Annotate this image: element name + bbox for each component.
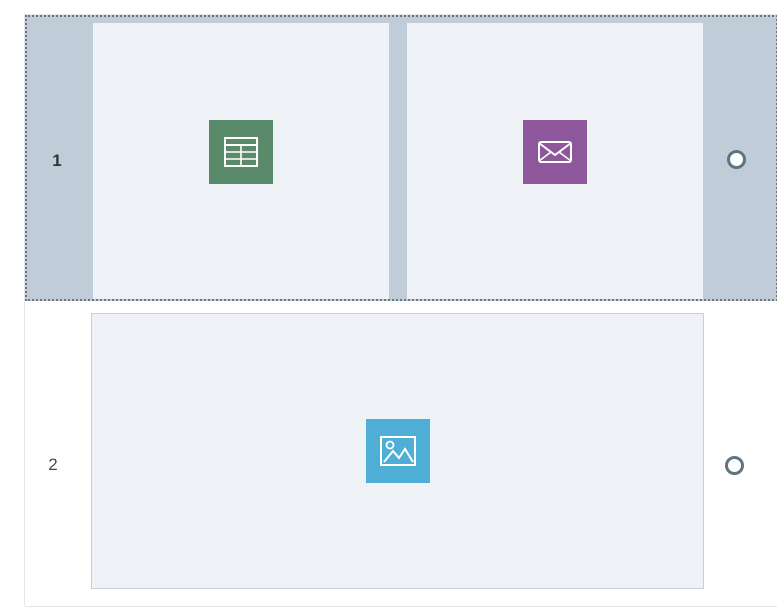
row-number: 2 [48,455,58,474]
layout-row-1[interactable]: 1 [25,15,777,301]
row-2-radio[interactable] [725,456,744,475]
row-1-radio[interactable] [727,150,746,169]
layout-row-2[interactable]: 2 [25,301,777,607]
email-cell[interactable] [407,23,703,299]
row-number: 1 [52,151,62,170]
table-tile [209,120,273,184]
layout-list: 1 2 [24,14,777,607]
table-icon [224,137,258,167]
image-tile [365,419,430,483]
image-cell[interactable] [91,313,704,589]
envelope-icon [538,141,572,163]
email-tile [523,120,587,184]
table-cell[interactable] [93,23,389,299]
image-icon [379,436,416,466]
